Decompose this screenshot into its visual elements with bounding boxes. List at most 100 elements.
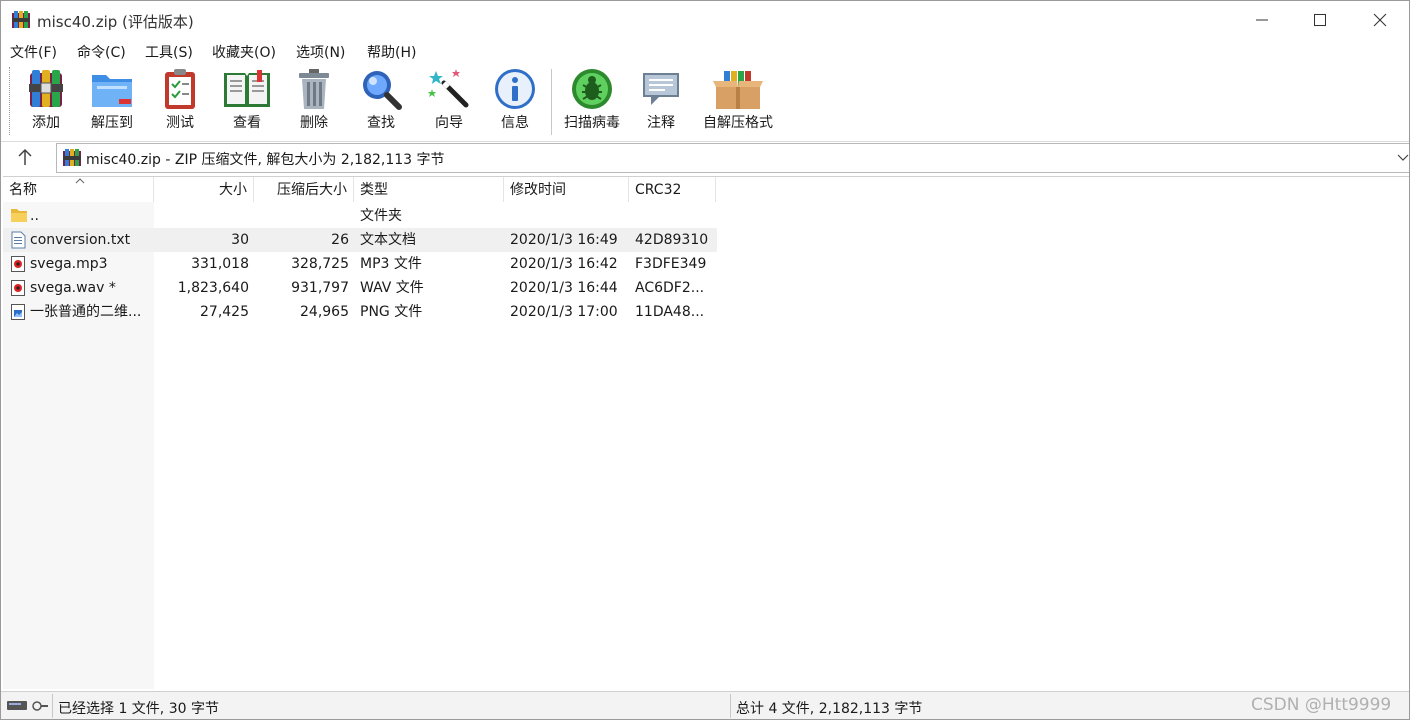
toolbar-grip[interactable] bbox=[9, 67, 12, 135]
file-modified: 2020/1/3 16:44 bbox=[510, 280, 618, 296]
menu-tools[interactable]: 工具(S) bbox=[145, 42, 193, 62]
file-crc: F3DFE349 bbox=[635, 256, 707, 272]
winrar-app-icon[interactable] bbox=[11, 10, 31, 30]
audio-file-icon bbox=[11, 256, 25, 272]
menu-favorites[interactable]: 收藏夹(O) bbox=[212, 42, 276, 62]
image-file-icon bbox=[11, 304, 25, 320]
add-label: 添加 bbox=[32, 115, 60, 131]
header-type-label: 类型 bbox=[360, 182, 388, 198]
find-button[interactable]: 查找 bbox=[355, 67, 407, 137]
scan-virus-label: 扫描病毒 bbox=[564, 115, 620, 131]
header-size[interactable]: 大小 bbox=[154, 177, 254, 202]
file-packed-size: 24,965 bbox=[300, 304, 349, 320]
extract-to-label: 解压到 bbox=[91, 115, 133, 131]
file-row-svega-mp3[interactable]: svega.mp3 331,018 328,725 MP3 文件 2020/1/… bbox=[3, 252, 717, 276]
virus-scan-icon bbox=[572, 69, 612, 109]
file-crc: AC6DF2... bbox=[635, 280, 705, 296]
comment-icon bbox=[643, 73, 679, 105]
view-label: 查看 bbox=[233, 115, 261, 131]
test-clipboard-icon bbox=[165, 69, 195, 109]
file-name: 一张普通的二维... bbox=[30, 304, 142, 320]
header-crc-label: CRC32 bbox=[635, 182, 682, 198]
comment-button[interactable]: 注释 bbox=[637, 67, 685, 137]
file-row-conversion-txt[interactable]: conversion.txt 30 26 文本文档 2020/1/3 16:49… bbox=[3, 228, 717, 252]
file-size: 27,425 bbox=[200, 304, 249, 320]
status-total: 总计 4 文件, 2,182,113 字节 bbox=[736, 701, 923, 717]
extract-folder-icon bbox=[92, 75, 132, 107]
header-packed[interactable]: 压缩后大小 bbox=[254, 177, 354, 202]
column-header: 名称 大小 压缩后大小 类型 修改时间 CRC32 bbox=[3, 177, 1409, 202]
info-label: 信息 bbox=[501, 115, 529, 131]
file-row-parent[interactable]: .. 文件夹 bbox=[3, 204, 717, 228]
address-path-combobox[interactable]: misc40.zip - ZIP 压缩文件, 解包大小为 2,182,113 字… bbox=[56, 143, 1409, 173]
audio-file-icon bbox=[11, 280, 25, 296]
magnifier-icon bbox=[363, 71, 402, 110]
drive-key-icon[interactable] bbox=[7, 699, 49, 713]
file-type: MP3 文件 bbox=[360, 256, 422, 272]
extract-to-button[interactable]: 解压到 bbox=[85, 67, 139, 137]
wizard-button[interactable]: 向导 bbox=[423, 67, 475, 137]
status-separator bbox=[730, 694, 731, 718]
test-button[interactable]: 测试 bbox=[157, 67, 203, 137]
zip-archive-icon bbox=[63, 149, 81, 166]
header-crc[interactable]: CRC32 bbox=[629, 177, 716, 202]
file-crc bbox=[635, 204, 715, 228]
file-packed-size bbox=[255, 204, 349, 228]
maximize-button[interactable] bbox=[1291, 1, 1349, 39]
status-bar: 已经选择 1 文件, 30 字节 总计 4 文件, 2,182,113 字节 C… bbox=[1, 691, 1409, 719]
header-name[interactable]: 名称 bbox=[3, 177, 154, 202]
winrar-window: misc40.zip (评估版本) 文件(F) 命令(C) 工具(S) 收藏夹(… bbox=[0, 0, 1410, 720]
title-bar: misc40.zip (评估版本) bbox=[1, 1, 1409, 39]
add-button[interactable]: 添加 bbox=[21, 67, 71, 137]
file-packed-size: 328,725 bbox=[291, 256, 349, 272]
sfx-label: 自解压格式 bbox=[703, 115, 773, 131]
sfx-button[interactable]: 自解压格式 bbox=[698, 67, 778, 137]
status-selection: 已经选择 1 文件, 30 字节 bbox=[58, 701, 219, 717]
minimize-button[interactable] bbox=[1233, 1, 1291, 39]
menu-help[interactable]: 帮助(H) bbox=[367, 42, 416, 62]
header-size-label: 大小 bbox=[219, 182, 247, 198]
window-title: misc40.zip (评估版本) bbox=[37, 13, 194, 31]
sfx-box-icon bbox=[713, 71, 763, 109]
file-size: 331,018 bbox=[191, 256, 249, 272]
file-type: WAV 文件 bbox=[360, 280, 424, 296]
file-name: conversion.txt bbox=[30, 232, 131, 248]
test-label: 测试 bbox=[166, 115, 194, 131]
menu-file[interactable]: 文件(F) bbox=[10, 42, 57, 62]
info-icon bbox=[495, 69, 535, 109]
file-row-svega-wav[interactable]: svega.wav * 1,823,640 931,797 WAV 文件 202… bbox=[3, 276, 717, 300]
comment-label: 注释 bbox=[647, 115, 675, 131]
view-button[interactable]: 查看 bbox=[219, 67, 275, 137]
file-packed-size: 931,797 bbox=[291, 280, 349, 296]
file-type: 文本文档 bbox=[360, 232, 416, 248]
header-modified[interactable]: 修改时间 bbox=[504, 177, 629, 202]
file-type: PNG 文件 bbox=[360, 304, 423, 320]
trash-icon bbox=[299, 69, 329, 109]
status-separator bbox=[52, 694, 53, 718]
delete-button[interactable]: 删除 bbox=[291, 67, 337, 137]
menu-commands[interactable]: 命令(C) bbox=[77, 42, 126, 62]
file-size bbox=[155, 204, 249, 228]
scan-virus-button[interactable]: 扫描病毒 bbox=[559, 67, 625, 137]
add-archive-icon bbox=[29, 70, 63, 107]
menu-options[interactable]: 选项(N) bbox=[296, 42, 345, 62]
chevron-down-icon[interactable] bbox=[1397, 152, 1409, 162]
folder-icon bbox=[11, 209, 27, 222]
file-row-png[interactable]: 一张普通的二维... 27,425 24,965 PNG 文件 2020/1/3… bbox=[3, 300, 717, 324]
close-button[interactable] bbox=[1351, 1, 1409, 39]
sort-ascending-icon bbox=[75, 178, 85, 184]
file-modified: 2020/1/3 16:49 bbox=[510, 232, 618, 248]
delete-label: 删除 bbox=[300, 115, 328, 131]
file-list[interactable]: 名称 大小 压缩后大小 类型 修改时间 CRC32 .. 文件夹 convers… bbox=[3, 176, 1409, 689]
maximize-icon bbox=[1314, 14, 1326, 26]
file-size: 1,823,640 bbox=[177, 280, 249, 296]
wizard-label: 向导 bbox=[435, 115, 463, 131]
header-type[interactable]: 类型 bbox=[354, 177, 504, 202]
file-modified: 2020/1/3 17:00 bbox=[510, 304, 618, 320]
file-name: svega.mp3 bbox=[30, 256, 108, 272]
up-arrow-icon[interactable] bbox=[15, 148, 35, 166]
file-name: svega.wav * bbox=[30, 280, 116, 296]
info-button[interactable]: 信息 bbox=[491, 67, 539, 137]
file-packed-size: 26 bbox=[331, 232, 349, 248]
header-modified-label: 修改时间 bbox=[510, 182, 566, 198]
